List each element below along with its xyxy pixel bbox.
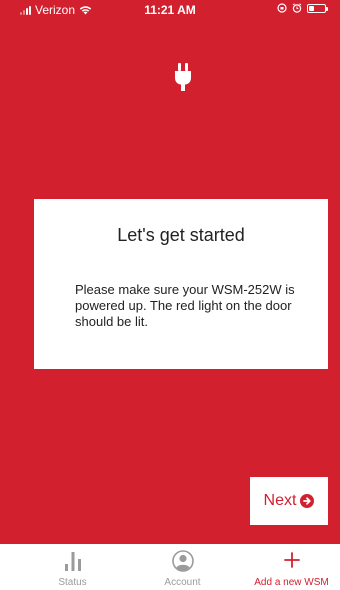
bar-chart-icon: [64, 552, 81, 571]
card-title: Let's get started: [117, 225, 245, 245]
arrow-circle-right-icon: [300, 494, 315, 508]
tab-bar: Status Account Add a new WSM: [0, 544, 340, 590]
plus-icon: [283, 552, 300, 568]
next-button-label: Next: [263, 492, 297, 509]
rotation-lock-icon: [277, 3, 287, 13]
tab-status-label: Status: [58, 577, 87, 588]
user-circle-icon: [171, 550, 194, 572]
next-button[interactable]: Next: [250, 477, 328, 525]
card-body: Please make sure your WSM-252W is powere…: [75, 282, 295, 329]
status-right: [277, 3, 328, 13]
tab-account[interactable]: Account: [126, 544, 239, 590]
alarm-icon: [292, 3, 302, 13]
tab-add-new-wsm[interactable]: Add a new WSM: [235, 544, 340, 590]
tab-add-new-wsm-label: Add a new WSM: [254, 577, 329, 588]
plug-icon: [175, 63, 191, 91]
main-screen: Verizon 11:21 AM Let's get started Pleas…: [0, 0, 340, 544]
instruction-card: Let's get started Please make sure your …: [34, 199, 328, 369]
battery-icon: [307, 3, 328, 13]
tab-account-label: Account: [164, 577, 201, 588]
status-bar: Verizon 11:21 AM: [0, 0, 340, 20]
tab-status[interactable]: Status: [16, 544, 129, 590]
